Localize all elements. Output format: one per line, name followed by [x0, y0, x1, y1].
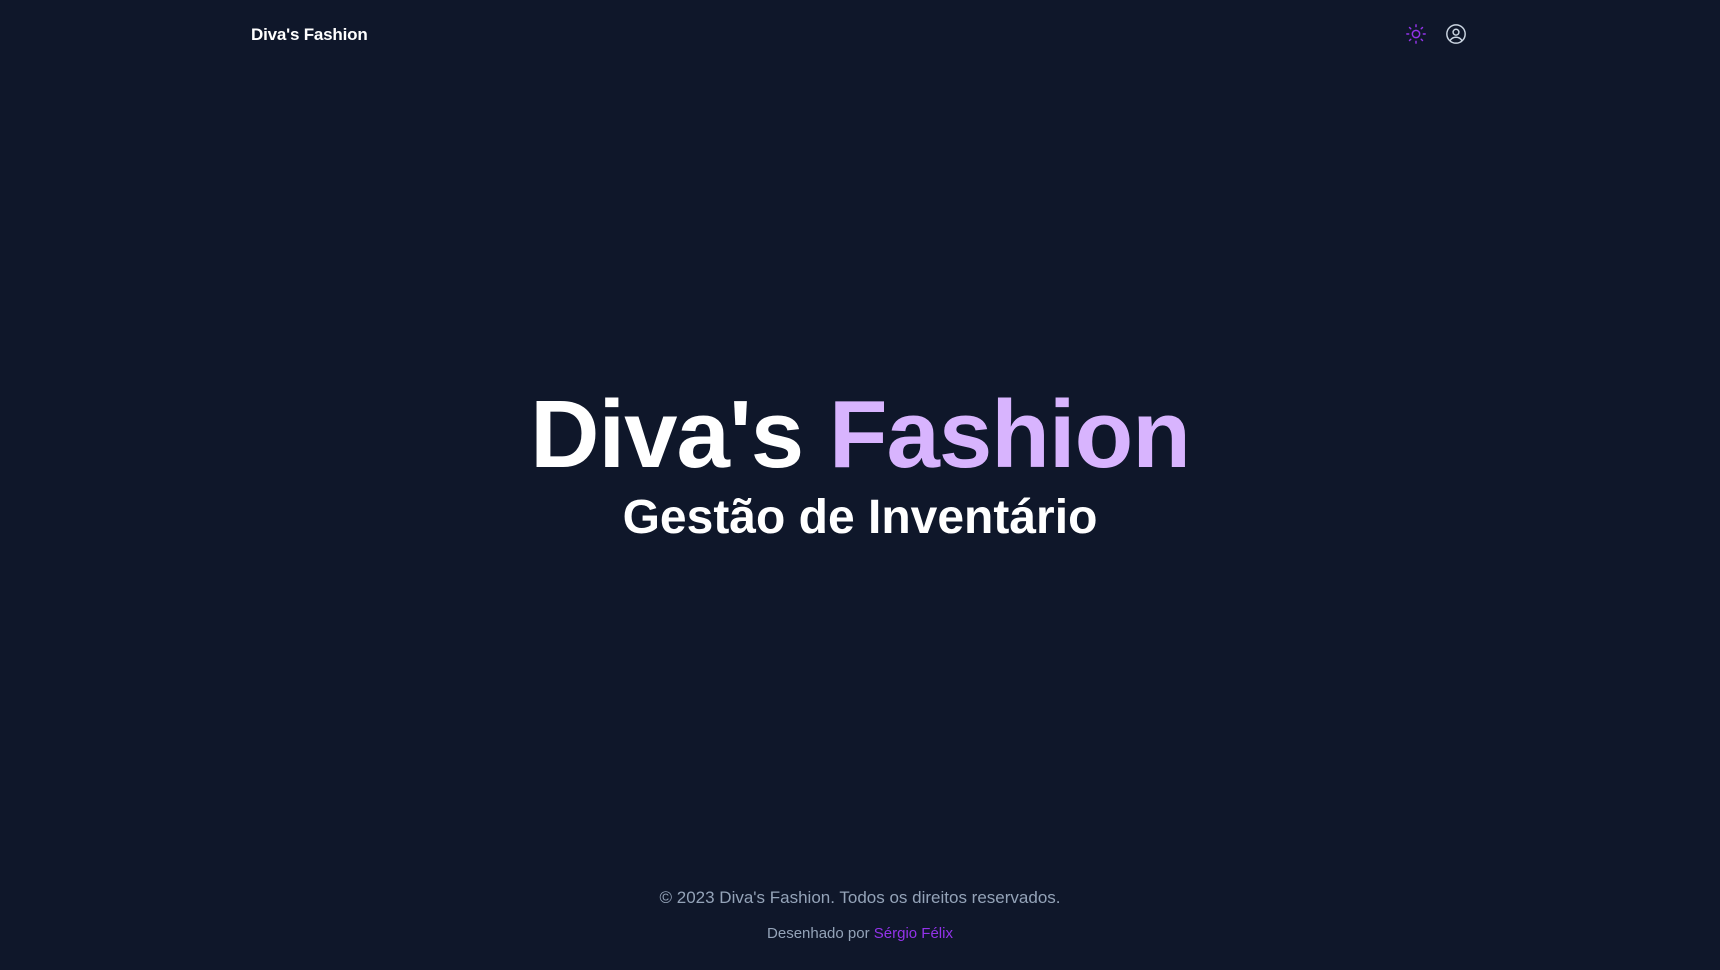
hero-section: Diva's Fashion Gestão de Inventário — [0, 380, 1720, 546]
user-account-button[interactable] — [1442, 22, 1470, 50]
user-circle-icon — [1445, 23, 1467, 50]
sun-icon — [1405, 23, 1427, 50]
brand-link[interactable]: Diva's Fashion — [251, 25, 368, 45]
hero-title: Diva's Fashion — [0, 380, 1720, 490]
hero-subtitle: Gestão de Inventário — [622, 491, 1098, 544]
hero-title-primary: Diva's — [530, 381, 804, 488]
theme-toggle-button[interactable] — [1402, 22, 1430, 50]
credit-prefix: Desenhado por — [767, 925, 870, 942]
page-footer: © 2023 Diva's Fashion. Todos os direitos… — [0, 884, 1720, 946]
hero-title-accent: Fashion — [828, 381, 1191, 488]
copyright-text: © 2023 Diva's Fashion. Todos os direitos… — [659, 888, 1061, 907]
top-navbar: Diva's Fashion — [0, 0, 1720, 72]
credit-author-link[interactable]: Sérgio Félix — [874, 925, 953, 942]
credit-line: Desenhado por Sérgio Félix — [0, 922, 1720, 946]
